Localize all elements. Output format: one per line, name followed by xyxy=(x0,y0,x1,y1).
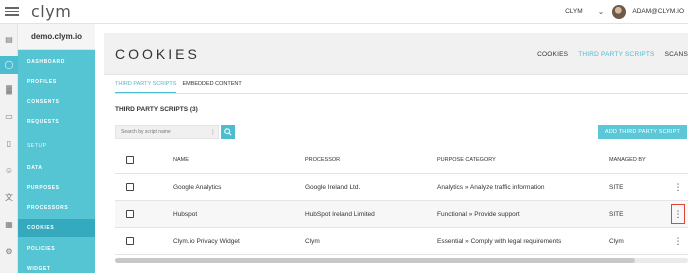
search-input[interactable] xyxy=(116,129,206,135)
subtab-embedded-content[interactable]: EMBEDDED CONTENT xyxy=(182,81,241,93)
search-icon xyxy=(224,128,232,136)
more-vertical-icon[interactable]: ⋮ xyxy=(210,129,216,136)
script-purpose: Analytics » Analyze traffic information xyxy=(437,183,545,191)
menu-icon[interactable] xyxy=(5,7,19,16)
sidebar-item-processors[interactable]: PROCESSORS xyxy=(18,199,95,217)
script-name: Clym.io Privacy Widget xyxy=(173,237,240,245)
table-row[interactable]: Google Analytics Google Ireland Ltd. Ana… xyxy=(115,174,688,201)
card-icon[interactable]: ▭ xyxy=(3,111,15,123)
account-area: CLYM ⌄ ADAM@CLYM.IO xyxy=(565,4,688,19)
translate-icon[interactable]: 文 xyxy=(3,192,15,204)
table-row[interactable]: Clym.io Privacy Widget Clym Essential » … xyxy=(115,228,688,255)
sidebar-item-data[interactable]: DATA xyxy=(18,159,95,177)
column-header-managed-by[interactable]: MANAGED BY xyxy=(609,147,646,173)
select-all-checkbox[interactable] xyxy=(126,156,134,164)
document-icon[interactable]: ▦ xyxy=(3,219,15,231)
script-managed-by: Clym xyxy=(609,237,624,245)
main-content: COOKIES COOKIES THIRD PARTY SCRIPTS SCAN… xyxy=(104,33,688,273)
row-checkbox[interactable] xyxy=(126,183,134,191)
horizontal-scrollbar[interactable] xyxy=(115,258,688,263)
avatar[interactable] xyxy=(612,4,627,19)
script-name: Hubspot xyxy=(173,210,198,218)
sidebar-item-widget[interactable]: WIDGET xyxy=(18,260,95,278)
script-processor: Google Ireland Ltd. xyxy=(305,183,361,191)
sidebar-section-setup: SETUP xyxy=(27,143,47,149)
gear-icon[interactable]: ⚙ xyxy=(3,246,15,258)
sidebar-item-profiles[interactable]: PROFILES xyxy=(18,73,95,91)
sidebar-item-consents[interactable]: CONSENTS xyxy=(18,93,95,111)
header-tabs: COOKIES THIRD PARTY SCRIPTS SCANS xyxy=(527,33,688,75)
chart-icon[interactable]: ▤ xyxy=(3,34,15,46)
top-bar: clym CLYM ⌄ ADAM@CLYM.IO xyxy=(0,0,688,24)
row-checkbox[interactable] xyxy=(126,210,134,218)
sidebar-item-cookies[interactable]: COOKIES xyxy=(18,219,95,237)
shield-icon[interactable]: ◯ xyxy=(3,59,15,71)
more-vertical-icon[interactable]: ⋮ xyxy=(671,177,685,197)
tab-third-party-scripts[interactable]: THIRD PARTY SCRIPTS xyxy=(578,51,654,58)
tab-cookies[interactable]: COOKIES xyxy=(537,51,568,58)
row-checkbox[interactable] xyxy=(126,237,134,245)
chevron-down-icon[interactable]: ⌄ xyxy=(598,7,605,16)
add-third-party-script-button[interactable]: ADD THIRD PARTY SCRIPT xyxy=(598,125,687,139)
sidebar-item-dashboard[interactable]: DASHBOARD xyxy=(18,53,95,71)
person-icon[interactable]: ☺ xyxy=(3,165,15,177)
script-purpose: Essential » Comply with legal requiremen… xyxy=(437,237,562,245)
more-vertical-icon[interactable]: ⋮ xyxy=(671,231,685,251)
sidebar: demo.clym.io DASHBOARD PROFILES CONSENTS… xyxy=(18,24,95,273)
bank-icon[interactable]: ▓ xyxy=(3,84,15,96)
divider xyxy=(115,93,688,94)
script-processor: HubSpot Ireland Limited xyxy=(305,210,375,218)
column-header-processor[interactable]: PROCESSOR xyxy=(305,147,340,173)
search-button[interactable] xyxy=(221,125,235,139)
scripts-table: NAME PROCESSOR PURPOSE CATEGORY MANAGED … xyxy=(115,147,688,255)
script-managed-by: SITE xyxy=(609,183,624,191)
table-row[interactable]: Hubspot HubSpot Ireland Limited Function… xyxy=(115,201,688,228)
user-email[interactable]: ADAM@CLYM.IO xyxy=(632,8,684,15)
scrollbar-thumb[interactable] xyxy=(115,258,635,263)
lock-icon[interactable]: ▯ xyxy=(3,138,15,150)
sidebar-item-policies[interactable]: POLICIES xyxy=(18,240,95,258)
column-header-name[interactable]: NAME xyxy=(173,147,189,173)
script-processor: Clym xyxy=(305,237,320,245)
table-header-row: NAME PROCESSOR PURPOSE CATEGORY MANAGED … xyxy=(115,147,688,174)
org-selector[interactable]: CLYM xyxy=(565,8,583,15)
script-name: Google Analytics xyxy=(173,183,222,191)
icon-rail: ▤ ◯ ▓ ▭ ▯ ☺ 文 ▦ ⚙ xyxy=(0,24,18,273)
subtab-third-party-scripts[interactable]: THIRD PARTY SCRIPTS xyxy=(115,81,177,93)
script-purpose: Functional » Provide support xyxy=(437,210,520,218)
search-box: ⋮ xyxy=(115,125,219,139)
page-title: COOKIES xyxy=(115,45,200,62)
section-title: THIRD PARTY SCRIPTS (3) xyxy=(115,106,198,113)
sidebar-item-requests[interactable]: REQUESTS xyxy=(18,113,95,131)
more-vertical-icon[interactable]: ⋮ xyxy=(671,204,685,224)
sub-tabs: THIRD PARTY SCRIPTS EMBEDDED CONTENT xyxy=(115,81,248,93)
logo[interactable]: clym xyxy=(31,2,71,21)
column-header-purpose[interactable]: PURPOSE CATEGORY xyxy=(437,147,496,173)
tab-scans[interactable]: SCANS xyxy=(665,51,688,58)
page-header: COOKIES COOKIES THIRD PARTY SCRIPTS SCAN… xyxy=(104,33,688,75)
site-name[interactable]: demo.clym.io xyxy=(18,24,95,50)
sidebar-item-purposes[interactable]: PURPOSES xyxy=(18,179,95,197)
script-managed-by: SITE xyxy=(609,210,624,218)
